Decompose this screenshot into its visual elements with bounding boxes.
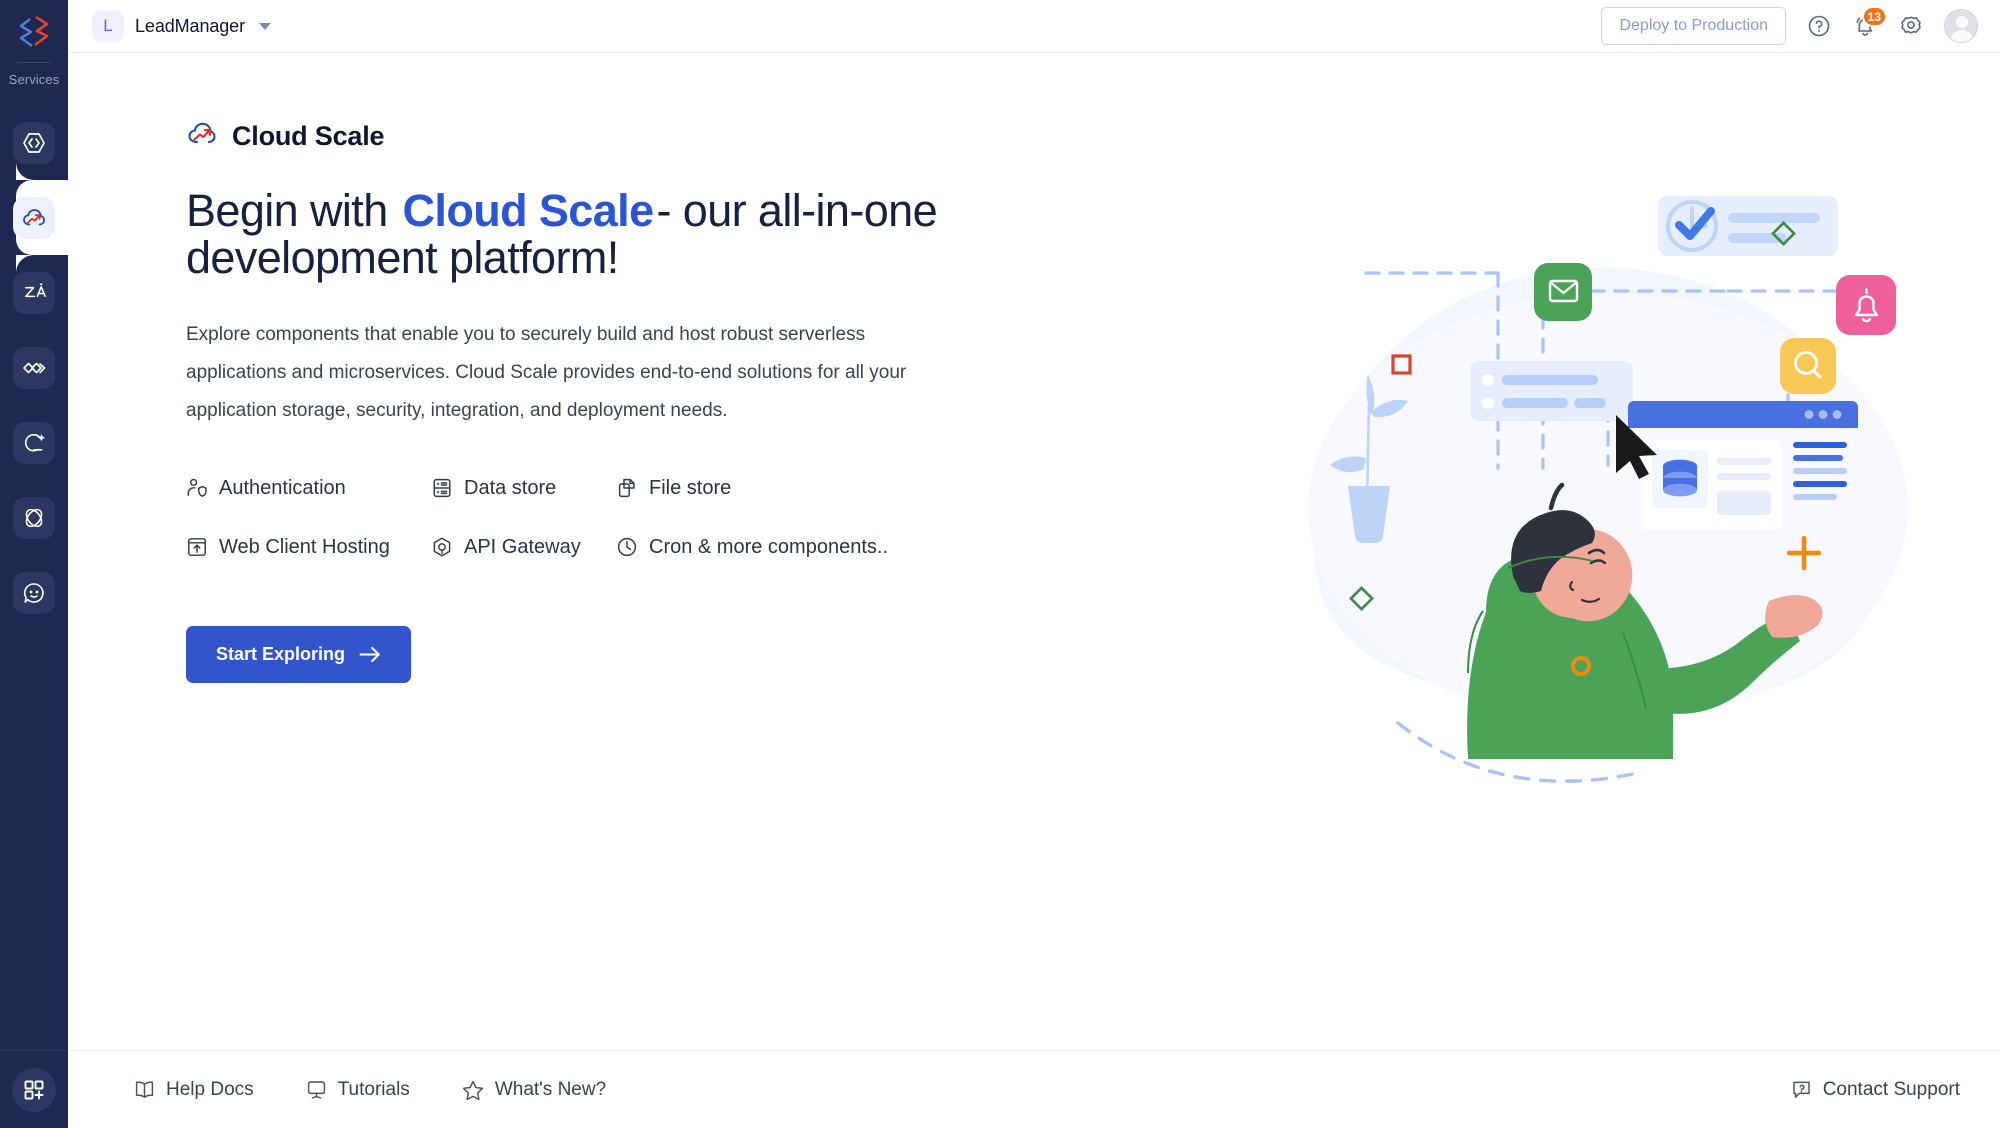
notification-count-badge: 13 [1861, 6, 1887, 27]
footer-link-contact-support[interactable]: Contact Support [1791, 1079, 1960, 1101]
cta-label: Start Exploring [216, 643, 346, 664]
project-name: LeadManager [135, 15, 245, 36]
content-area: Cloud Scale Begin with Cloud Scale- our … [68, 53, 2000, 1050]
chevron-down-icon[interactable] [259, 22, 271, 30]
footer-link-label: What's New? [494, 1078, 607, 1100]
feature-data-store[interactable]: Data store [431, 477, 616, 500]
illo-list-card [1470, 361, 1633, 421]
question-circle-icon[interactable] [1806, 13, 1832, 39]
arrow-right-icon [359, 646, 380, 662]
sidebar-services-label: Services [8, 72, 60, 87]
star-icon [462, 1080, 483, 1100]
grid-plus-icon[interactable] [12, 1067, 56, 1112]
header-actions: Deploy to Production 13 [1601, 6, 1978, 45]
feature-label: Authentication [219, 476, 346, 499]
sidebar-item-zia[interactable] [0, 255, 68, 330]
bell-icon[interactable]: 13 [1852, 6, 1887, 39]
sidebar-item-circuit[interactable] [0, 480, 68, 555]
devops-link-icon [13, 346, 55, 389]
feature-cron[interactable]: Cron & more components.. [616, 536, 976, 559]
headline-highlight: Cloud Scale [400, 187, 657, 234]
quickml-sparkle-icon [13, 421, 55, 464]
app-root: Services L LeadManager Deploy to Product… [0, 0, 2000, 1128]
cloud-scale-illustration [1168, 113, 1998, 813]
sidebar-item-cloud-scale[interactable] [0, 162, 68, 273]
illo-task-card [1658, 196, 1838, 256]
sidebar-item-quickml[interactable] [0, 405, 68, 480]
feature-label: File store [649, 476, 732, 499]
presentation-board-icon [307, 1081, 325, 1099]
circuit-loop-icon [13, 496, 55, 539]
cloud-scale-icon [13, 196, 55, 239]
brand-row: Cloud Scale [186, 119, 976, 154]
code-brackets-icon [13, 121, 55, 164]
brand-title: Cloud Scale [232, 121, 385, 151]
sidebar-item-devops[interactable] [0, 330, 68, 405]
project-switcher[interactable]: L LeadManager [92, 10, 271, 42]
footer-link-label: Help Docs [166, 1078, 254, 1100]
catalyst-chevron-logo[interactable] [0, 0, 68, 62]
left-sidebar: Services [0, 0, 68, 1128]
sidebar-item-code[interactable] [0, 105, 68, 180]
project-initial-badge: L [92, 10, 124, 42]
hero-section: Cloud Scale Begin with Cloud Scale- our … [186, 119, 976, 683]
feature-file-store[interactable]: File store [616, 477, 976, 500]
footer-link-label: Tutorials [337, 1078, 410, 1100]
illo-bell-tile [1836, 275, 1896, 335]
sidebar-bottom-bar [0, 1050, 68, 1128]
sidebar-item-list [0, 105, 68, 630]
feature-label: Cron & more components.. [649, 535, 888, 558]
feature-label: Data store [464, 476, 557, 499]
bottom-footer: Help Docs Tutorials What's New? Contact … [68, 1050, 2000, 1128]
book-icon [135, 1081, 154, 1098]
chat-question-icon [1792, 1081, 1810, 1098]
page-title: Begin with Cloud Scale- our all-in-one d… [186, 187, 946, 282]
hero-paragraph: Explore components that enable you to se… [186, 323, 907, 421]
notch-cap-top [16, 162, 34, 180]
chat-bot-icon [13, 571, 55, 614]
illo-search-tile [1780, 338, 1836, 394]
feature-label: API Gateway [464, 535, 581, 558]
cloud-arrow-up-icon [186, 119, 220, 154]
zia-ai-icon [13, 271, 55, 314]
start-exploring-button[interactable]: Start Exploring [186, 625, 412, 683]
footer-link-help-docs[interactable]: Help Docs [134, 1079, 254, 1101]
footer-link-whats-new[interactable]: What's New? [462, 1079, 606, 1101]
illo-mail-tile [1534, 263, 1592, 321]
headline-before: Begin with [186, 185, 400, 236]
feature-authentication[interactable]: Authentication [186, 477, 431, 500]
feature-label: Web Client Hosting [219, 535, 390, 558]
headline-highlight-text: Cloud Scale [402, 185, 655, 236]
footer-link-tutorials[interactable]: Tutorials [306, 1079, 410, 1101]
sidebar-item-chatbot[interactable] [0, 555, 68, 630]
feature-list: Authentication Data store File store Web… [186, 477, 976, 559]
illo-browser-window [1628, 401, 1858, 569]
user-avatar[interactable] [1944, 9, 1978, 43]
gear-icon[interactable] [1898, 13, 1924, 39]
deploy-to-production-button[interactable]: Deploy to Production [1601, 7, 1786, 45]
main-panel: L LeadManager Deploy to Production 13 Cl… [68, 0, 2000, 1128]
top-header: L LeadManager Deploy to Production 13 [68, 0, 2000, 53]
notch-cap-bottom [16, 255, 34, 273]
feature-api-gateway[interactable]: API Gateway [431, 536, 616, 559]
feature-web-client-hosting[interactable]: Web Client Hosting [186, 536, 431, 559]
footer-link-label: Contact Support [1822, 1078, 1960, 1100]
